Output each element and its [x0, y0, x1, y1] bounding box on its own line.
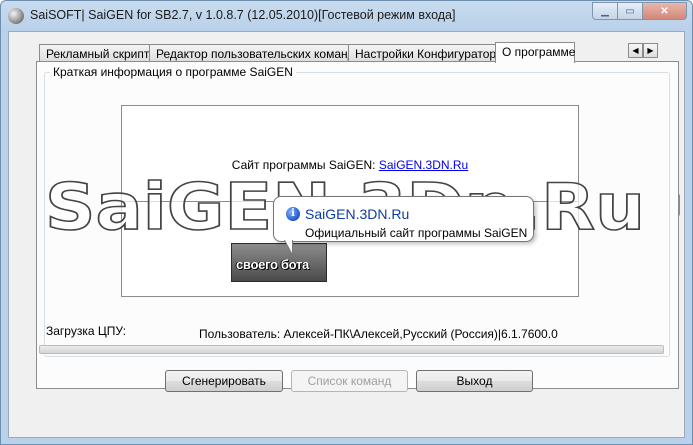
- tab-user-commands-editor[interactable]: Редактор пользовательских команд: [149, 44, 355, 62]
- title-bar[interactable]: SaiSOFT| SaiGEN for SB2.7, v 1.0.8.7 (12…: [1, 1, 692, 31]
- tab-configurator-settings[interactable]: Настройки Конфигуратора: [348, 44, 503, 62]
- cpu-load-label: Загрузка ЦПУ:: [46, 324, 127, 338]
- tab-scroll-right-button[interactable]: ▶: [643, 43, 658, 58]
- user-info: Пользователь: Алексей-ПК\Алексей,Русский…: [199, 327, 558, 341]
- tab-label: Настройки Конфигуратора: [355, 47, 503, 61]
- minimize-icon: ▁: [601, 5, 609, 17]
- app-icon[interactable]: [8, 8, 24, 24]
- generate-label: Сгенерировать: [182, 374, 266, 388]
- promo-banner: своего бота: [231, 243, 327, 282]
- tab-label: О программе: [502, 45, 576, 59]
- site-label: Сайт программы SaiGEN:: [231, 158, 376, 172]
- maximize-icon: ▭: [625, 5, 635, 17]
- window-title: SaiSOFT| SaiGEN for SB2.7, v 1.0.8.7 (12…: [30, 8, 456, 22]
- tooltip-balloon[interactable]: i SaiGEN.3DN.Ru Официальный сайт програм…: [273, 196, 534, 242]
- close-button[interactable]: ✕: [643, 2, 687, 20]
- exit-button[interactable]: Выход: [416, 370, 533, 392]
- tooltip-title: SaiGEN.3DN.Ru: [305, 206, 410, 222]
- command-list-button[interactable]: Список команд: [291, 370, 408, 392]
- minimize-button[interactable]: ▁: [592, 2, 618, 20]
- tooltip-tail-inner: [285, 240, 292, 253]
- tab-label: Рекламный скрипт: [46, 47, 150, 61]
- maximize-button[interactable]: ▭: [618, 2, 643, 20]
- generate-button[interactable]: Сгенерировать: [165, 370, 283, 392]
- caption-buttons: ▁ ▭ ✕: [592, 2, 687, 21]
- tab-scroll-left-button[interactable]: ◀: [628, 43, 643, 58]
- close-icon: ✕: [660, 5, 669, 17]
- tooltip-subtitle: Официальный сайт программы SaiGEN: [305, 226, 528, 240]
- tab-label: Редактор пользовательских команд: [156, 47, 355, 61]
- command-list-label: Список команд: [307, 374, 392, 388]
- tab-ad-script[interactable]: Рекламный скрипт: [39, 44, 150, 62]
- exit-label: Выход: [456, 374, 493, 388]
- group-title: Краткая информация о программе SaiGEN: [50, 65, 296, 79]
- info-icon: i: [286, 207, 300, 221]
- site-line: Сайт программы SaiGEN: SaiGEN.3DN.Ru: [122, 158, 578, 172]
- chevron-left-icon: ◀: [632, 46, 639, 55]
- banner-text: своего бота: [236, 257, 309, 272]
- site-link[interactable]: SaiGEN.3DN.Ru: [379, 158, 468, 172]
- tab-about[interactable]: О программе: [495, 42, 575, 63]
- cpu-load-progress: [39, 345, 664, 354]
- chevron-right-icon: ▶: [647, 46, 654, 55]
